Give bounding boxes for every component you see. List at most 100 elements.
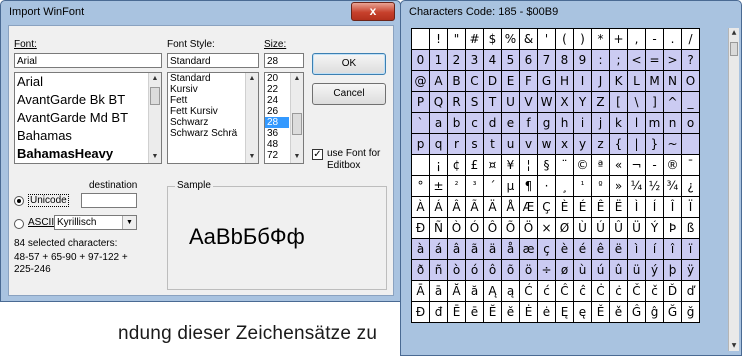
character-cell[interactable]: z — [591, 133, 610, 155]
character-cell[interactable]: È — [555, 196, 574, 218]
character-cell[interactable]: ® — [663, 154, 682, 176]
character-cell[interactable]: k — [609, 112, 628, 134]
character-cell[interactable]: T — [483, 91, 502, 113]
character-cell[interactable]: À — [411, 196, 430, 218]
character-cell[interactable]: Ę — [555, 301, 574, 323]
style-list-scrollbar[interactable]: ▲ ▼ — [245, 73, 258, 163]
character-cell[interactable]: 3 — [465, 49, 484, 71]
character-cell[interactable]: Q — [429, 91, 448, 113]
character-cell[interactable]: > — [663, 49, 682, 71]
font-style-listbox[interactable]: Standard Kursiv Fett Fett Kursiv Schwarz… — [167, 72, 259, 164]
character-cell[interactable]: X — [555, 91, 574, 113]
character-cell[interactable] — [411, 154, 430, 176]
character-cell[interactable]: û — [609, 259, 628, 281]
size-list-item[interactable]: 28 — [265, 117, 289, 128]
character-cell[interactable]: ď — [681, 280, 700, 302]
character-cell[interactable]: m — [645, 112, 664, 134]
character-cell[interactable]: Đ — [411, 301, 430, 323]
character-cell[interactable]: ï — [681, 238, 700, 260]
scroll-up-icon[interactable]: ▲ — [291, 73, 303, 85]
character-cell[interactable]: þ — [663, 259, 682, 281]
character-cell[interactable]: º — [591, 175, 610, 197]
ok-button[interactable]: OK — [312, 53, 386, 75]
character-cell[interactable]: # — [465, 28, 484, 50]
character-cell[interactable]: @ — [411, 70, 430, 92]
unicode-radio[interactable] — [14, 196, 24, 206]
character-cell[interactable]: , — [627, 28, 646, 50]
character-cell[interactable]: Æ — [519, 196, 538, 218]
character-cell[interactable]: u — [501, 133, 520, 155]
character-cell[interactable]: É — [573, 196, 592, 218]
style-list-item[interactable]: Standard — [168, 73, 236, 84]
character-cell[interactable]: G — [537, 70, 556, 92]
character-cell[interactable]: Ö — [519, 217, 538, 239]
character-cell[interactable]: ú — [591, 259, 610, 281]
character-cell[interactable]: è — [555, 238, 574, 260]
character-cell[interactable]: w — [537, 133, 556, 155]
character-cell[interactable]: · — [537, 175, 556, 197]
character-cell[interactable]: ) — [573, 28, 592, 50]
character-cell[interactable]: õ — [501, 259, 520, 281]
character-cell[interactable]: 1 — [429, 49, 448, 71]
character-cell[interactable]: s — [465, 133, 484, 155]
scroll-thumb[interactable] — [730, 42, 738, 56]
character-cell[interactable]: + — [609, 28, 628, 50]
cancel-button[interactable]: Cancel — [312, 83, 386, 105]
character-cell[interactable]: ¢ — [447, 154, 466, 176]
character-cell[interactable]: 2 — [447, 49, 466, 71]
character-cell[interactable]: Ċ — [591, 280, 610, 302]
character-cell[interactable]: £ — [465, 154, 484, 176]
character-cell[interactable]: ² — [447, 175, 466, 197]
character-cell[interactable]: í — [645, 238, 664, 260]
character-cell[interactable]: Ü — [627, 217, 646, 239]
character-grid[interactable]: ! " # $% & '() * +, -./0 1 2 3 4 5 6 7 8 9:; < = >? @ A B C D E F G H… — [411, 28, 700, 323]
character-cell[interactable]: 7 — [537, 49, 556, 71]
character-cell[interactable]: Ą — [483, 280, 502, 302]
character-cell[interactable]: ~ — [663, 133, 682, 155]
character-cell[interactable]: Ă — [447, 280, 466, 302]
character-cell[interactable]: r — [447, 133, 466, 155]
character-cell[interactable]: à — [411, 238, 430, 260]
character-cell[interactable]: Y — [573, 91, 592, 113]
character-cell[interactable]: % — [501, 28, 520, 50]
character-cell[interactable]: Ò — [447, 217, 466, 239]
character-cell[interactable]: Õ — [501, 217, 520, 239]
character-cell[interactable]: ù — [573, 259, 592, 281]
unicode-label[interactable]: Unicode — [28, 194, 69, 207]
character-cell[interactable]: ĉ — [573, 280, 592, 302]
scroll-down-icon[interactable]: ▼ — [246, 151, 258, 163]
character-cell[interactable]: p — [411, 133, 430, 155]
character-cell[interactable]: ± — [429, 175, 448, 197]
character-cell[interactable]: | — [627, 133, 646, 155]
character-cell[interactable]: ´ — [483, 175, 502, 197]
character-cell[interactable]: W — [537, 91, 556, 113]
scroll-thumb[interactable] — [292, 113, 302, 135]
character-cell[interactable]: A — [429, 70, 448, 92]
character-cell[interactable]: U — [501, 91, 520, 113]
font-list-item[interactable]: AvantGarde Md BT — [15, 109, 161, 127]
character-cell[interactable]: Á — [429, 196, 448, 218]
character-cell[interactable]: H — [555, 70, 574, 92]
character-cell[interactable]: 9 — [573, 49, 592, 71]
character-cell[interactable]: ; — [609, 49, 628, 71]
character-cell[interactable]: ĕ — [501, 301, 520, 323]
character-cell[interactable]: j — [591, 112, 610, 134]
character-cell[interactable]: h — [555, 112, 574, 134]
character-cell[interactable]: Ĝ — [627, 301, 646, 323]
character-cell[interactable]: ÷ — [537, 259, 556, 281]
character-cell[interactable]: ê — [591, 238, 610, 260]
character-cell[interactable]: ¦ — [519, 154, 538, 176]
character-cell[interactable]: \ — [627, 91, 646, 113]
character-cell[interactable]: ¤ — [483, 154, 502, 176]
ascii-label[interactable]: ASCII — [28, 217, 54, 228]
character-cell[interactable]: ā — [429, 280, 448, 302]
character-cell[interactable]: ¡ — [429, 154, 448, 176]
font-style-input[interactable]: Standard — [167, 53, 259, 68]
character-cell[interactable]: Í — [645, 196, 664, 218]
character-cell[interactable]: Ô — [483, 217, 502, 239]
character-cell[interactable]: K — [609, 70, 628, 92]
character-cell[interactable]: y — [573, 133, 592, 155]
character-cell[interactable]: Ê — [591, 196, 610, 218]
character-cell[interactable]: ¿ — [681, 175, 700, 197]
character-cell[interactable]: Ē — [447, 301, 466, 323]
